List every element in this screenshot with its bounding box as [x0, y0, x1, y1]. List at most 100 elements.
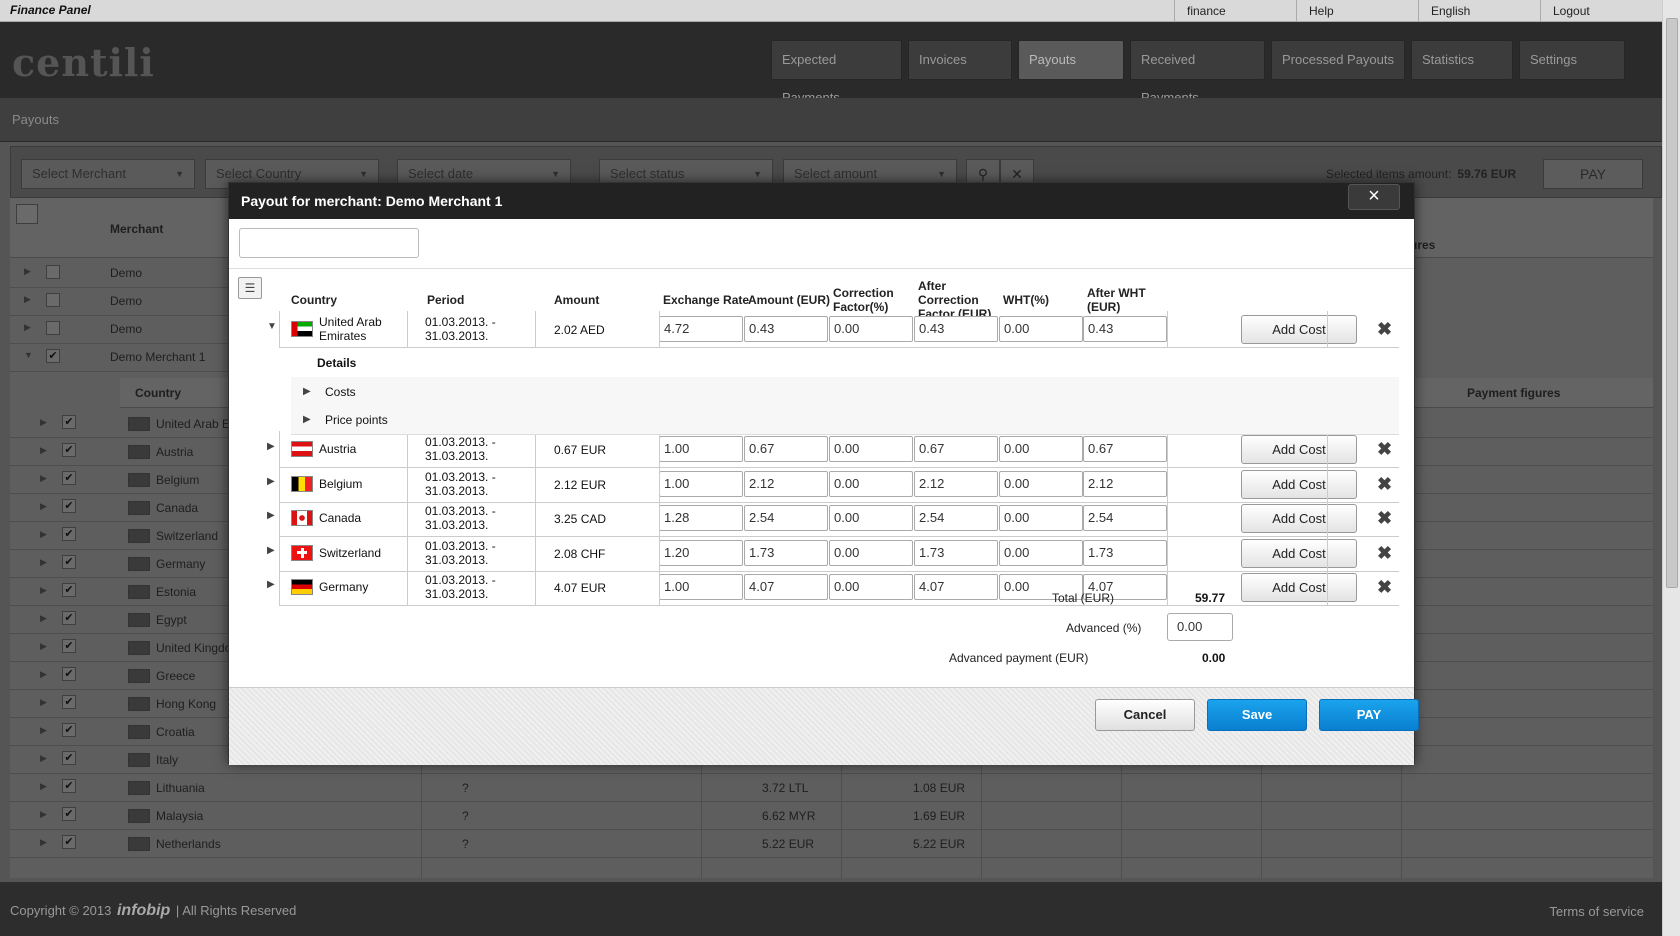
column-chooser-icon[interactable]: ☰	[238, 277, 262, 299]
correction-factor-input[interactable]: 0.00	[829, 470, 913, 497]
row-checkbox[interactable]: ✔	[62, 639, 76, 653]
add-cost-button[interactable]: Add Cost	[1241, 504, 1357, 533]
chevron-right-icon[interactable]: ▶	[40, 417, 47, 428]
after-correction-input[interactable]: 2.12	[914, 470, 998, 497]
modal-pay-button[interactable]: PAY	[1319, 699, 1419, 731]
delete-icon[interactable]: ✖	[1377, 319, 1392, 339]
after-correction-input[interactable]: 0.43	[914, 316, 998, 342]
after-correction-input[interactable]: 0.67	[914, 436, 998, 462]
after-correction-input[interactable]: 2.54	[914, 505, 998, 531]
advanced-percent-input[interactable]: 0.00	[1167, 613, 1233, 641]
amount-eur-input[interactable]: 0.43	[744, 316, 828, 342]
country-row[interactable]: ▶ ✔ Lithuania? 3.72 LTL 1.08 EUR	[10, 772, 1653, 802]
chevron-right-icon[interactable]: ▶	[267, 441, 275, 452]
merchant-select[interactable]: Select Merchant ▼	[21, 159, 195, 189]
cancel-button[interactable]: Cancel	[1095, 699, 1195, 731]
row-checkbox[interactable]: ✔	[62, 751, 76, 765]
after-wht-input[interactable]: 0.67	[1083, 436, 1167, 462]
correction-factor-input[interactable]: 0.00	[829, 316, 913, 342]
chevron-right-icon[interactable]: ▶	[40, 641, 47, 652]
delete-icon[interactable]: ✖	[1377, 508, 1392, 528]
chevron-right-icon[interactable]: ▶	[40, 753, 47, 764]
chevron-right-icon[interactable]: ▶	[24, 322, 31, 333]
help-link[interactable]: Help	[1296, 0, 1418, 22]
nav-settings[interactable]: Settings	[1519, 40, 1625, 80]
exchange-rate-input[interactable]: 1.00	[659, 470, 743, 497]
exchange-rate-input[interactable]: 1.28	[659, 505, 743, 531]
column-chooser-icon[interactable]	[16, 204, 38, 224]
row-checkbox[interactable]	[46, 321, 60, 335]
chevron-right-icon[interactable]: ▶	[24, 266, 31, 277]
nav-received-payments[interactable]: Received Payments	[1130, 40, 1265, 105]
wht-input[interactable]: 0.00	[999, 539, 1083, 566]
after-wht-input[interactable]: 2.12	[1083, 470, 1167, 497]
after-wht-input[interactable]: 0.43	[1083, 316, 1167, 342]
amount-eur-input[interactable]: 4.07	[744, 574, 828, 600]
row-checkbox[interactable]: ✔	[62, 835, 76, 849]
row-checkbox[interactable]: ✔	[62, 471, 76, 485]
correction-factor-input[interactable]: 0.00	[829, 436, 913, 462]
row-checkbox[interactable]	[46, 293, 60, 307]
row-checkbox[interactable]: ✔	[62, 499, 76, 513]
nav-expected-payments[interactable]: Expected Payments	[771, 40, 902, 105]
nav-payouts[interactable]: Payouts	[1018, 40, 1124, 80]
row-checkbox[interactable]: ✔	[46, 349, 60, 363]
chevron-right-icon[interactable]: ▶	[40, 837, 47, 848]
delete-icon[interactable]: ✖	[1377, 577, 1392, 597]
chevron-right-icon[interactable]: ▶	[40, 725, 47, 736]
chevron-right-icon[interactable]: ▶	[24, 294, 31, 305]
delete-icon[interactable]: ✖	[1377, 474, 1392, 494]
after-correction-input[interactable]: 1.73	[914, 539, 998, 566]
country-row[interactable]: ▶ ✔ Malaysia? 6.62 MYR 1.69 EUR	[10, 800, 1653, 830]
add-cost-button[interactable]: Add Cost	[1241, 573, 1357, 602]
wht-input[interactable]: 0.00	[999, 316, 1083, 342]
row-checkbox[interactable]: ✔	[62, 443, 76, 457]
after-correction-input[interactable]: 4.07	[914, 574, 998, 600]
chevron-right-icon[interactable]: ▶	[303, 414, 311, 425]
chevron-down-icon[interactable]: ▼	[24, 350, 33, 360]
correction-factor-input[interactable]: 0.00	[829, 539, 913, 566]
row-checkbox[interactable]: ✔	[62, 667, 76, 681]
pay-button[interactable]: PAY	[1543, 159, 1643, 189]
chevron-right-icon[interactable]: ▶	[40, 809, 47, 820]
save-button[interactable]: Save	[1207, 699, 1307, 731]
chevron-right-icon[interactable]: ▶	[40, 613, 47, 624]
chevron-right-icon[interactable]: ▶	[40, 585, 47, 596]
modal-search-input[interactable]	[239, 228, 419, 258]
exchange-rate-input[interactable]: 1.20	[659, 539, 743, 566]
chevron-right-icon[interactable]: ▶	[267, 545, 275, 556]
exchange-rate-input[interactable]: 4.72	[659, 316, 743, 342]
correction-factor-input[interactable]: 0.00	[829, 505, 913, 531]
merchant-row[interactable]: ▶ Demo	[10, 286, 240, 316]
page-scrollbar[interactable]	[1662, 0, 1680, 936]
country-row[interactable]: ▶ ✔ Netherlands? 5.22 EUR 5.22 EUR	[10, 828, 1653, 858]
row-checkbox[interactable]	[46, 265, 60, 279]
add-cost-button[interactable]: Add Cost	[1241, 538, 1357, 568]
delete-icon[interactable]: ✖	[1377, 543, 1392, 563]
chevron-right-icon[interactable]: ▶	[40, 473, 47, 484]
amount-eur-input[interactable]: 1.73	[744, 539, 828, 566]
delete-icon[interactable]: ✖	[1377, 439, 1392, 459]
chevron-right-icon[interactable]: ▶	[40, 501, 47, 512]
merchant-row[interactable]: ▶ Demo	[10, 258, 240, 288]
nav-statistics[interactable]: Statistics	[1411, 40, 1513, 80]
modal-close-button[interactable]: ×	[1348, 184, 1400, 210]
chevron-right-icon[interactable]: ▶	[267, 579, 275, 590]
chevron-right-icon[interactable]: ▶	[40, 557, 47, 568]
row-checkbox[interactable]: ✔	[62, 695, 76, 709]
add-cost-button[interactable]: Add Cost	[1241, 315, 1357, 344]
exchange-rate-input[interactable]: 1.00	[659, 574, 743, 600]
price-points-row[interactable]: ▶ Price points	[291, 405, 1399, 435]
chevron-right-icon[interactable]: ▶	[303, 386, 311, 397]
wht-input[interactable]: 0.00	[999, 436, 1083, 462]
chevron-down-icon[interactable]: ▼	[267, 321, 277, 332]
chevron-right-icon[interactable]: ▶	[267, 510, 275, 521]
correction-factor-input[interactable]: 0.00	[829, 574, 913, 600]
row-checkbox[interactable]: ✔	[62, 415, 76, 429]
merchant-row[interactable]: ▼ ✔ Demo Merchant 1	[10, 342, 240, 372]
page-scrollbar-thumb[interactable]	[1666, 18, 1678, 588]
add-cost-button[interactable]: Add Cost	[1241, 435, 1357, 464]
chevron-right-icon[interactable]: ▶	[40, 697, 47, 708]
amount-eur-input[interactable]: 0.67	[744, 436, 828, 462]
merchant-row[interactable]: ▶ Demo	[10, 314, 240, 344]
